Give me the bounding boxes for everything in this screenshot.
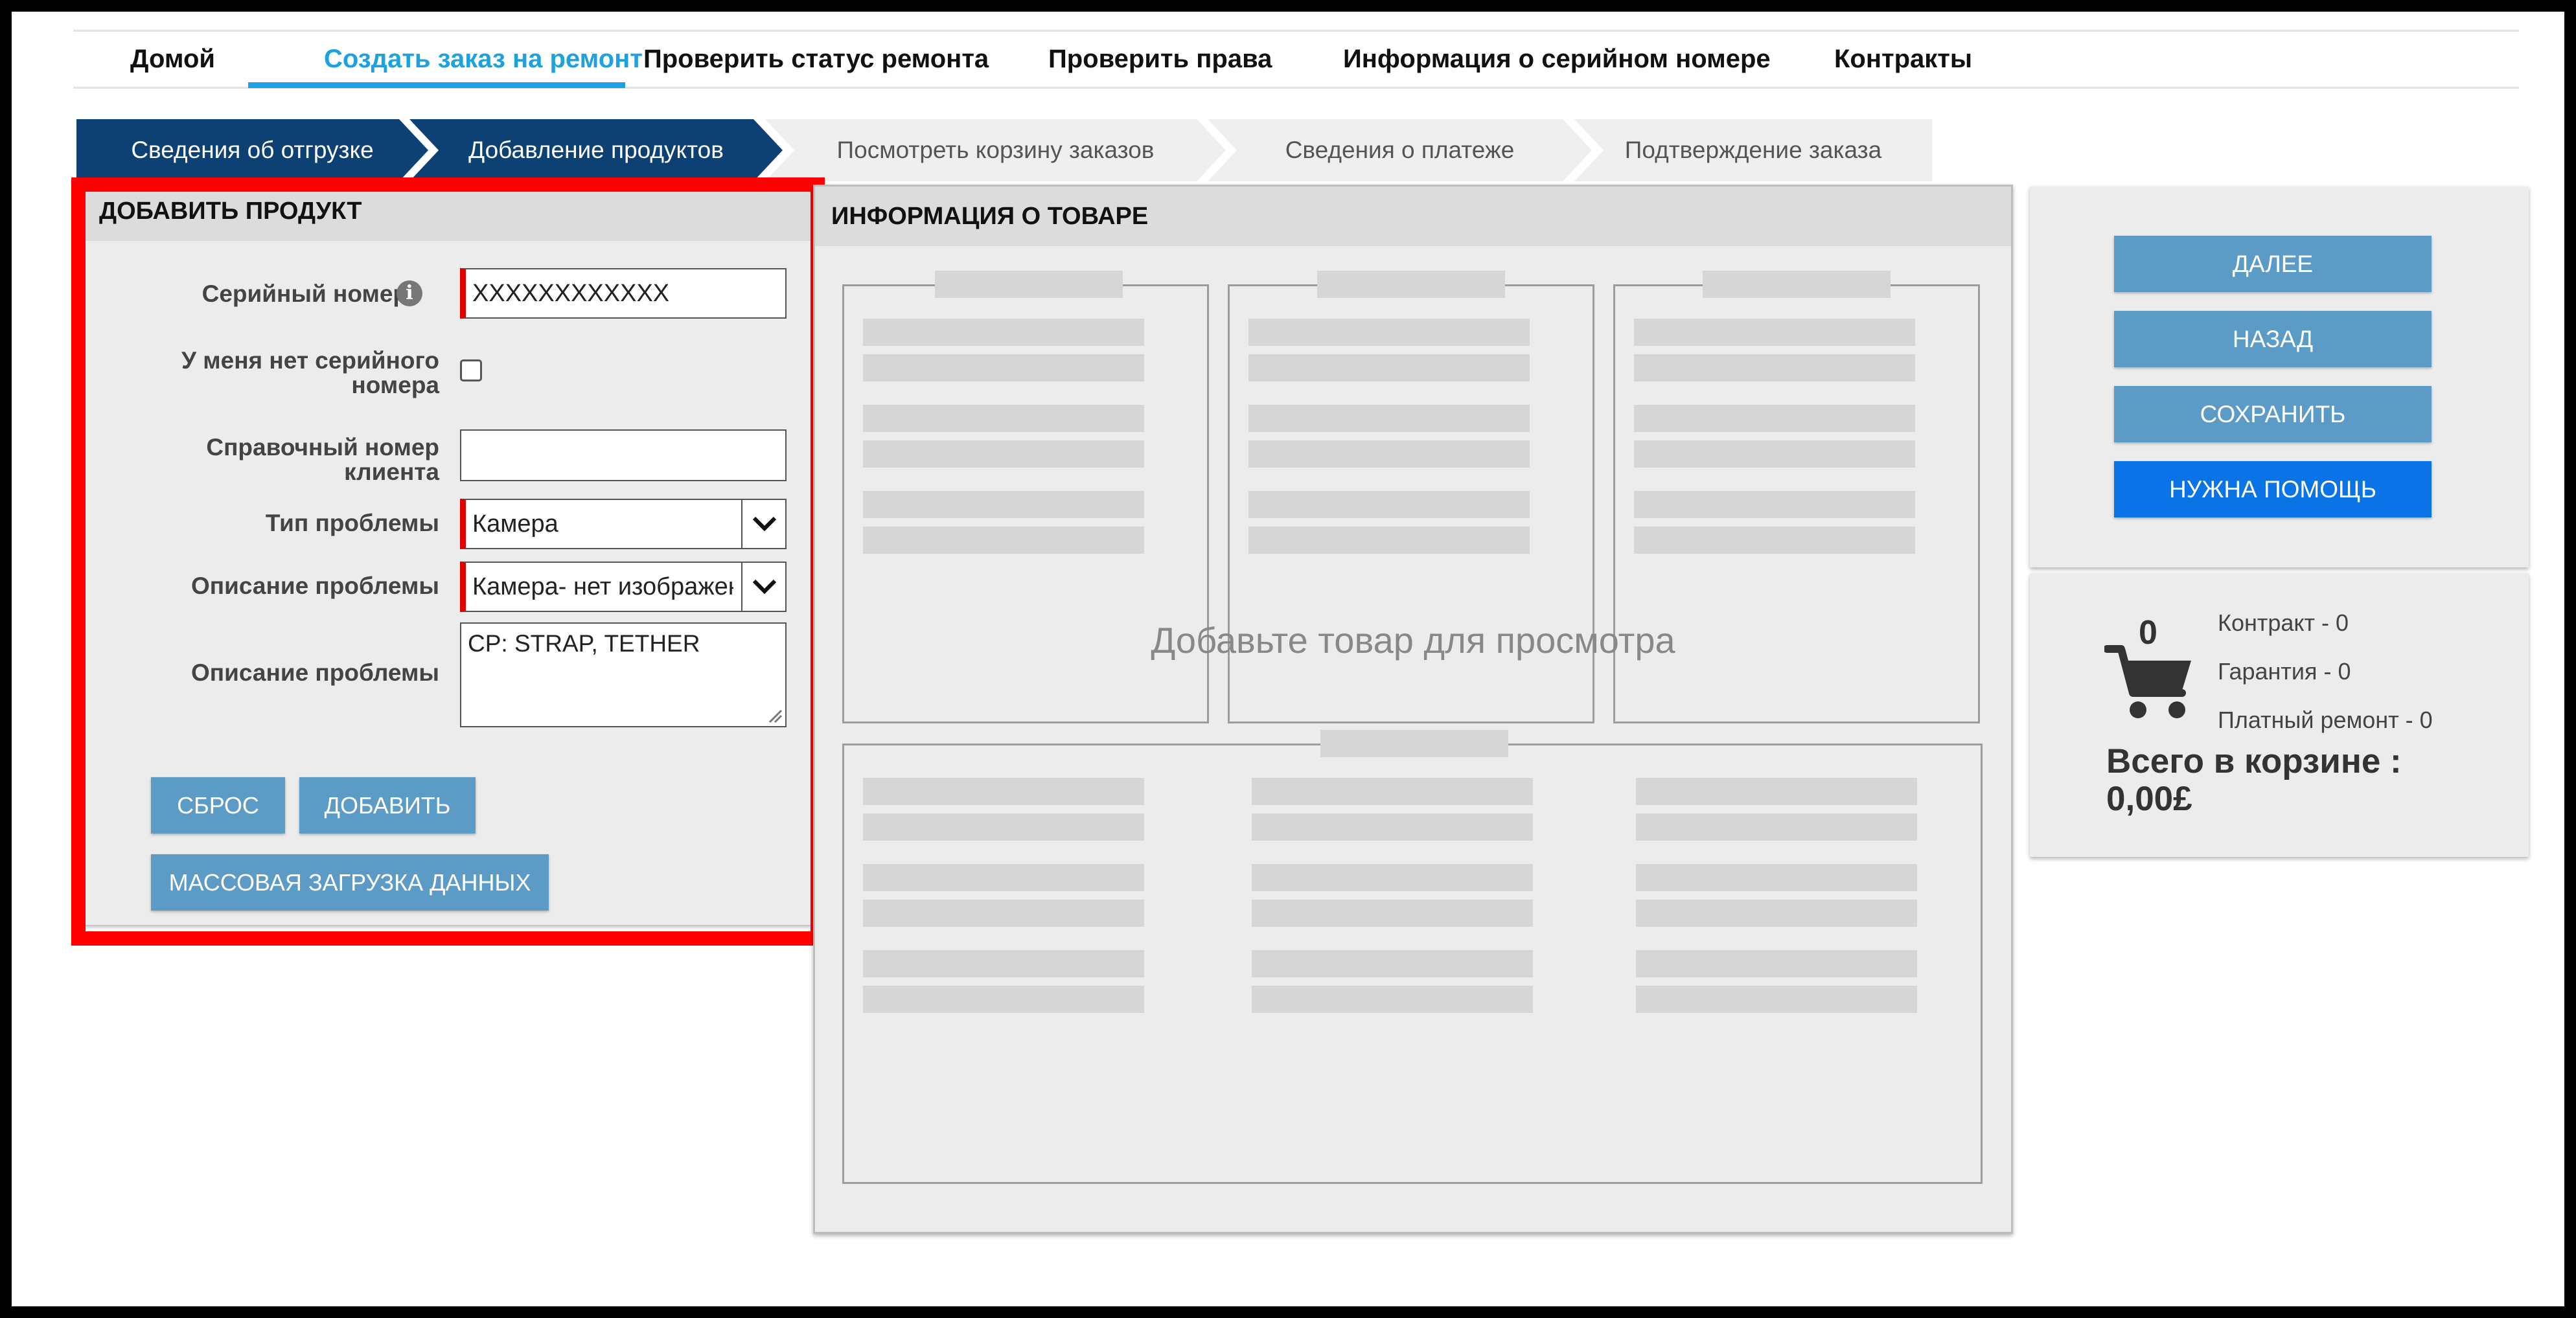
cart-summary-panel: 0 Контракт - 0 Гарантия - 0 Платный ремо…	[2030, 573, 2529, 857]
top-navigation: Домой Создать заказ на ремонт Проверить …	[73, 30, 2519, 89]
next-button[interactable]: ДАЛЕЕ	[2114, 236, 2432, 292]
cart-total-value: 0,00£	[2106, 780, 2192, 818]
empty-placeholder-text: Добавьте товар для просмотра	[1151, 620, 1675, 661]
actions-panel: ДАЛЕЕ НАЗАД СОХРАНИТЬ НУЖНА ПОМОЩЬ	[2030, 187, 2529, 567]
save-button[interactable]: СОХРАНИТЬ	[2114, 386, 2432, 442]
nav-serial-info[interactable]: Информация о серийном номере	[1343, 32, 1771, 87]
nav-contracts[interactable]: Контракты	[1834, 32, 1972, 87]
nav-check-rights[interactable]: Проверить права	[1048, 32, 1272, 87]
cart-warranty: Гарантия - 0	[2218, 658, 2351, 685]
help-button[interactable]: НУЖНА ПОМОЩЬ	[2114, 461, 2432, 517]
page: Домой Создать заказ на ремонт Проверить …	[12, 12, 2564, 1306]
step-shipping-info[interactable]: Сведения об отгрузке	[76, 119, 428, 181]
highlight-frame	[71, 177, 825, 946]
product-info-body: Добавьте товар для просмотра	[815, 246, 2011, 1232]
step-view-cart: Посмотреть корзину заказов	[765, 119, 1226, 181]
product-info-panel: ИНФОРМАЦИЯ О ТОВАРЕ Добавьте товар для п…	[813, 185, 2013, 1234]
shopping-cart-icon	[2104, 645, 2191, 718]
cart-total-label: Всего в корзине :	[2106, 742, 2402, 780]
nav-home[interactable]: Домой	[130, 32, 215, 87]
product-info-title: ИНФОРМАЦИЯ О ТОВАРЕ	[815, 187, 2011, 246]
step-order-confirmation: Подтверждение заказа	[1574, 119, 1932, 181]
nav-active-underline	[248, 82, 625, 88]
nav-check-repair-status[interactable]: Проверить статус ремонта	[643, 32, 989, 87]
back-button[interactable]: НАЗАД	[2114, 311, 2432, 367]
cart-contract: Контракт - 0	[2218, 609, 2349, 636]
step-payment-info: Сведения о платеже	[1208, 119, 1592, 181]
cart-paid-repair: Платный ремонт - 0	[2218, 707, 2433, 733]
placeholder-card-wide	[842, 730, 1983, 1184]
step-add-products[interactable]: Добавление продуктов	[409, 119, 783, 181]
nav-create-repair-order[interactable]: Создать заказ на ремонт	[324, 32, 643, 87]
cart-count: 0	[2139, 614, 2157, 652]
